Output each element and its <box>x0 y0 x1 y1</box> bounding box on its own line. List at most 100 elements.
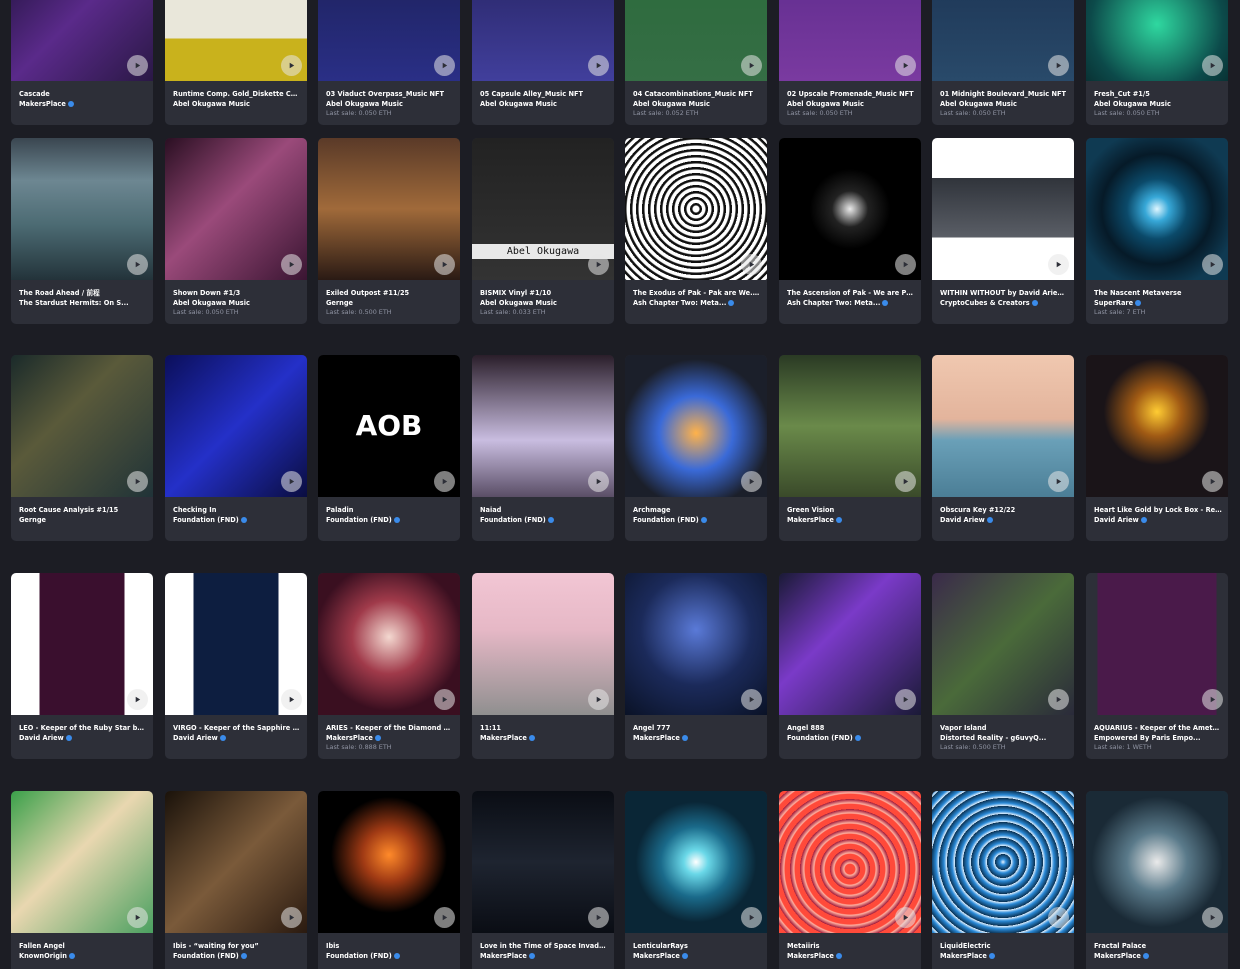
nft-card[interactable]: Obscura Key #12/22 David Ariew <box>932 355 1074 541</box>
nft-title[interactable]: AQUARIUS - Keeper of the Amethy... <box>1094 723 1222 733</box>
creator-name[interactable]: Abel Okugawa Music <box>1094 99 1171 109</box>
nft-artwork[interactable] <box>932 138 1074 280</box>
nft-title[interactable]: Archmage <box>633 505 761 515</box>
nft-title[interactable]: Ibis <box>326 941 454 951</box>
creator-name[interactable]: The Stardust Hermits: On S... <box>19 298 129 308</box>
play-icon[interactable] <box>281 689 302 710</box>
nft-title[interactable]: Vapor Island <box>940 723 1068 733</box>
play-icon[interactable] <box>1202 254 1223 275</box>
play-icon[interactable] <box>127 471 148 492</box>
creator-name[interactable]: Foundation (FND) <box>326 951 392 961</box>
creator-name[interactable]: KnownOrigin <box>19 951 67 961</box>
play-icon[interactable] <box>1202 689 1223 710</box>
nft-artwork[interactable] <box>11 791 153 933</box>
nft-card[interactable]: Vapor Island Distorted Reality - g6uvyQ..… <box>932 573 1074 759</box>
nft-title[interactable]: Root Cause Analysis #1/15 <box>19 505 147 515</box>
creator-name[interactable]: CryptoCubes & Creators <box>940 298 1030 308</box>
play-icon[interactable] <box>1202 471 1223 492</box>
nft-artwork[interactable] <box>165 791 307 933</box>
nft-artwork[interactable] <box>625 138 767 280</box>
creator-name[interactable]: Empowered By Paris Empo... <box>1094 733 1201 743</box>
nft-card[interactable]: Archmage Foundation (FND) <box>625 355 767 541</box>
nft-card[interactable]: 05 Capsule Alley_Music NFT Abel Okugawa M… <box>472 0 614 125</box>
nft-card[interactable]: AOB Paladin Foundation (FND) <box>318 355 460 541</box>
nft-artwork[interactable] <box>472 573 614 715</box>
nft-card[interactable]: The Exodus of Pak - Pak are We. #1 Ash Ch… <box>625 138 767 324</box>
nft-title[interactable]: LEO - Keeper of the Ruby Star by C... <box>19 723 147 733</box>
nft-title[interactable]: Metaiiris <box>787 941 915 951</box>
creator-name[interactable]: MakersPlace <box>1094 951 1141 961</box>
nft-artwork[interactable]: Abel Okugawa <box>472 138 614 280</box>
nft-card[interactable]: Runtime CompilationCyberpunk Concept EP5… <box>165 0 307 125</box>
creator-name[interactable]: MakersPlace <box>633 951 680 961</box>
nft-artwork[interactable] <box>779 573 921 715</box>
play-icon[interactable] <box>741 471 762 492</box>
nft-card[interactable]: LenticularRays MakersPlace <box>625 791 767 969</box>
creator-name[interactable]: David Ariew <box>940 515 985 525</box>
creator-name[interactable]: MakersPlace <box>787 515 834 525</box>
creator-name[interactable]: MakersPlace <box>480 733 527 743</box>
play-icon[interactable] <box>588 907 609 928</box>
creator-name[interactable]: Gernge <box>19 515 46 525</box>
nft-title[interactable]: The Road Ahead / 前程 <box>19 288 147 298</box>
nft-title[interactable]: Paladin <box>326 505 454 515</box>
play-icon[interactable] <box>1048 907 1069 928</box>
creator-name[interactable]: MakersPlace <box>940 951 987 961</box>
nft-artwork[interactable] <box>779 355 921 497</box>
nft-card[interactable]: Heart Like Gold by Lock Box - Red ... Dav… <box>1086 355 1228 541</box>
nft-card[interactable]: Checking In Foundation (FND) <box>165 355 307 541</box>
creator-name[interactable]: Abel Okugawa Music <box>173 298 250 308</box>
nft-card[interactable]: Fractal Palace MakersPlace <box>1086 791 1228 969</box>
play-icon[interactable] <box>127 55 148 76</box>
nft-artwork[interactable] <box>318 138 460 280</box>
creator-name[interactable]: MakersPlace <box>326 733 373 743</box>
nft-title[interactable]: BISMIX Vinyl #1/10 <box>480 288 608 298</box>
nft-artwork[interactable] <box>779 791 921 933</box>
creator-name[interactable]: MakersPlace <box>633 733 680 743</box>
play-icon[interactable] <box>1202 55 1223 76</box>
nft-title[interactable]: WITHIN WITHOUT by David Ariew -... <box>940 288 1068 298</box>
nft-artwork[interactable] <box>1086 138 1228 280</box>
play-icon[interactable] <box>127 907 148 928</box>
nft-artwork[interactable]: Runtime CompilationCyberpunk Concept EP5… <box>165 0 307 81</box>
creator-name[interactable]: SuperRare <box>1094 298 1133 308</box>
nft-title[interactable]: Fallen Angel <box>19 941 147 951</box>
creator-name[interactable]: Foundation (FND) <box>326 515 392 525</box>
play-icon[interactable] <box>281 471 302 492</box>
nft-card[interactable]: Root Cause Analysis #1/15 Gernge <box>11 355 153 541</box>
creator-name[interactable]: Foundation (FND) <box>173 951 239 961</box>
nft-card[interactable]: Naiad Foundation (FND) <box>472 355 614 541</box>
nft-card[interactable]: 04 Catacombinations_Music NFT Abel Okugaw… <box>625 0 767 125</box>
play-icon[interactable] <box>1048 471 1069 492</box>
play-icon[interactable] <box>434 689 455 710</box>
creator-name[interactable]: Gernge <box>326 298 353 308</box>
nft-card[interactable]: Metaiiris MakersPlace <box>779 791 921 969</box>
play-icon[interactable] <box>895 254 916 275</box>
play-icon[interactable] <box>281 55 302 76</box>
nft-artwork[interactable] <box>625 791 767 933</box>
nft-title[interactable]: Green Vision <box>787 505 915 515</box>
nft-title[interactable]: The Ascension of Pak - We are Pa... <box>787 288 915 298</box>
play-icon[interactable] <box>741 55 762 76</box>
nft-card[interactable]: Shown Down #1/3 Abel Okugawa Music Last sa… <box>165 138 307 324</box>
nft-artwork[interactable] <box>165 138 307 280</box>
nft-card[interactable]: Cascade MakersPlace <box>11 0 153 125</box>
play-icon[interactable] <box>127 689 148 710</box>
nft-artwork[interactable] <box>932 355 1074 497</box>
creator-name[interactable]: Abel Okugawa Music <box>633 99 710 109</box>
nft-title[interactable]: Obscura Key #12/22 <box>940 505 1068 515</box>
play-icon[interactable] <box>434 907 455 928</box>
play-icon[interactable] <box>1048 689 1069 710</box>
nft-artwork[interactable] <box>779 138 921 280</box>
nft-artwork[interactable] <box>1086 791 1228 933</box>
nft-artwork[interactable] <box>11 573 153 715</box>
play-icon[interactable] <box>741 689 762 710</box>
nft-artwork[interactable] <box>318 573 460 715</box>
creator-name[interactable]: Abel Okugawa Music <box>787 99 864 109</box>
creator-name[interactable]: Abel Okugawa Music <box>480 99 557 109</box>
nft-artwork[interactable] <box>472 355 614 497</box>
play-icon[interactable] <box>895 907 916 928</box>
play-icon[interactable] <box>281 254 302 275</box>
nft-title[interactable]: Checking In <box>173 505 301 515</box>
nft-card[interactable]: AQUARIUS - Keeper of the Amethy... Empowe… <box>1086 573 1228 759</box>
